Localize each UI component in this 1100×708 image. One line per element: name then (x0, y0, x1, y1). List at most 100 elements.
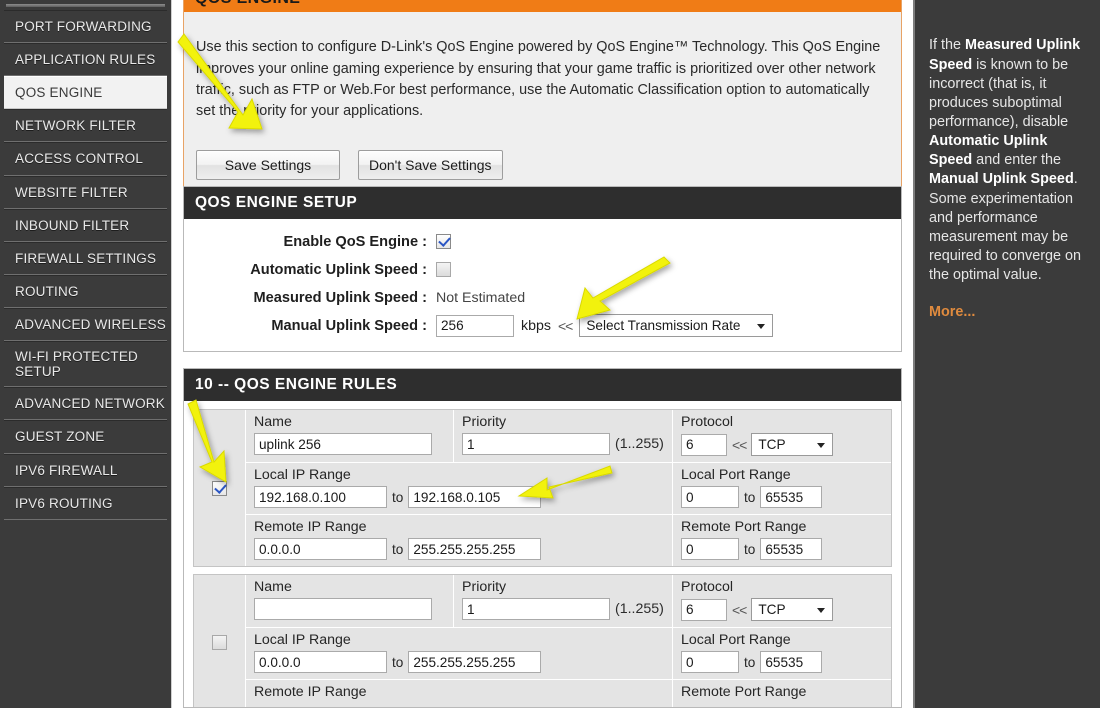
rule-2-name-field[interactable] (254, 598, 432, 620)
rule-1-protocol-number-field[interactable] (681, 434, 727, 456)
enable-qos-checkbox[interactable] (436, 234, 451, 249)
manual-uplink-row: Manual Uplink Speed : kbps << Select Tra… (184, 313, 901, 338)
rule-1-name-field[interactable] (254, 433, 432, 455)
qos-engine-rules-section: 10 -- QOS ENGINE RULES Name (183, 368, 902, 708)
save-settings-button[interactable]: Save Settings (196, 150, 340, 180)
range-to-label: to (744, 542, 755, 557)
rule-1-local-port-end-field[interactable] (760, 486, 822, 508)
rule-1-remote-port-end-field[interactable] (760, 538, 822, 560)
help-text: and enter the (972, 152, 1061, 168)
local-port-range-header: Local Port Range (681, 467, 883, 483)
priority-range-hint: (1..255) (615, 436, 664, 452)
sidebar-item-qos-engine[interactable]: QOS ENGINE (4, 76, 167, 109)
local-port-range-header: Local Port Range (681, 632, 883, 648)
measured-uplink-row: Measured Uplink Speed : Not Estimated (184, 285, 901, 310)
sidebar-item-ipv6-routing[interactable]: IPV6 ROUTING (4, 487, 167, 520)
dont-save-settings-button[interactable]: Don't Save Settings (358, 150, 503, 180)
rule-1-enable-cell (194, 410, 246, 566)
protocol-column-header: Protocol (681, 414, 883, 430)
rule-2-remote-ip-cell: Remote IP Range (246, 680, 673, 708)
measured-uplink-label: Measured Uplink Speed : (184, 290, 436, 306)
shift-left-glyph: << (732, 602, 746, 618)
rule-1-remote-ip-end-field[interactable] (408, 538, 541, 560)
rule-1-remote-ip-start-field[interactable] (254, 538, 387, 560)
local-ip-range-header: Local IP Range (254, 632, 664, 648)
range-to-label: to (744, 490, 755, 505)
rule-2-remote-port-cell: Remote Port Range (673, 680, 891, 708)
rule-2-local-ip-end-field[interactable] (408, 651, 541, 673)
rule-2-local-ip-cell: Local IP Range to (246, 628, 673, 679)
measured-uplink-value: Not Estimated (436, 290, 525, 306)
rule-1-local-port-start-field[interactable] (681, 486, 739, 508)
more-link[interactable]: More... (929, 303, 1086, 322)
intro-description: Use this section to configure D-Link's Q… (184, 26, 901, 122)
automatic-uplink-checkbox[interactable] (436, 262, 451, 277)
rule-1-name-cell: Name (246, 410, 454, 462)
sidebar-item-advanced-wireless[interactable]: ADVANCED WIRELESS (4, 308, 167, 341)
rule-2-protocol-number-field[interactable] (681, 599, 727, 621)
sidebar-item-label: WEBSITE FILTER (15, 185, 128, 200)
rule-2-local-ip-start-field[interactable] (254, 651, 387, 673)
rule-2-enable-checkbox[interactable] (212, 635, 227, 650)
name-column-header: Name (254, 579, 445, 595)
rule-2-local-port-end-field[interactable] (760, 651, 822, 673)
sidebar-item-label: IPV6 FIREWALL (15, 463, 118, 478)
sidebar-item-advanced-network[interactable]: ADVANCED NETWORK (4, 387, 167, 420)
sidebar-item-label: APPLICATION RULES (15, 52, 155, 67)
sidebar-item-routing[interactable]: ROUTING (4, 275, 167, 308)
sidebar-item-guest-zone[interactable]: GUEST ZONE (4, 420, 167, 453)
rule-1-local-ip-start-field[interactable] (254, 486, 387, 508)
sidebar-item-wifi-protected-setup[interactable]: WI-FI PROTECTED SETUP (4, 341, 167, 387)
rule-1-enable-checkbox[interactable] (212, 481, 227, 496)
rule-1-remote-port-start-field[interactable] (681, 538, 739, 560)
sidebar-item-port-forwarding[interactable]: PORT FORWARDING (4, 10, 167, 43)
table-row: Name Priority (1..255) (193, 574, 892, 708)
rule-2-protocol-select[interactable]: TCP (751, 598, 833, 621)
sidebar-item-label: ADVANCED NETWORK (15, 396, 165, 411)
rule-2-priority-field[interactable] (462, 598, 610, 620)
help-bold-manual-uplink-speed: Manual Uplink Speed (929, 171, 1074, 187)
sidebar-item-firewall-settings[interactable]: FIREWALL SETTINGS (4, 242, 167, 275)
sidebar-item-inbound-filter[interactable]: INBOUND FILTER (4, 209, 167, 242)
rule-2-priority-cell: Priority (1..255) (454, 575, 673, 627)
transmission-rate-select[interactable]: Select Transmission Rate (579, 314, 773, 337)
help-text: . Some experimentation and performance m… (929, 171, 1081, 283)
rule-1-remote-port-cell: Remote Port Range to (673, 515, 891, 566)
rule-1-protocol-cell: Protocol << TCP (673, 410, 891, 462)
sidebar-item-label: ACCESS CONTROL (15, 151, 143, 166)
enable-qos-label: Enable QoS Engine : (184, 234, 436, 250)
page-title: QOS ENGINE (184, 0, 901, 12)
manual-uplink-unit: kbps (521, 318, 551, 334)
sidebar-item-network-filter[interactable]: NETWORK FILTER (4, 109, 167, 142)
automatic-uplink-row: Automatic Uplink Speed : (184, 257, 901, 282)
name-column-header: Name (254, 414, 445, 430)
rule-1-priority-field[interactable] (462, 433, 610, 455)
sidebar-item-label: QOS ENGINE (15, 85, 103, 100)
rule-1-remote-ip-cell: Remote IP Range to (246, 515, 673, 566)
help-text: If the (929, 37, 965, 53)
shift-left-glyph: << (558, 318, 572, 334)
sidebar-item-application-rules[interactable]: APPLICATION RULES (4, 43, 167, 76)
remote-ip-range-header: Remote IP Range (254, 519, 664, 535)
sidebar-item-label: ADVANCED WIRELESS (15, 317, 166, 332)
rule-1-local-ip-end-field[interactable] (408, 486, 541, 508)
sidebar-item-label: FIREWALL SETTINGS (15, 251, 156, 266)
rules-section-title: 10 -- QOS ENGINE RULES (184, 369, 901, 401)
priority-column-header: Priority (462, 414, 664, 430)
remote-ip-range-header: Remote IP Range (254, 684, 664, 700)
manual-uplink-speed-field[interactable] (436, 315, 514, 337)
rules-list: Name Priority (1..255) (184, 401, 901, 708)
sidebar-item-label: ROUTING (15, 284, 79, 299)
rule-1-local-ip-cell: Local IP Range to (246, 463, 673, 514)
rule-2-local-port-cell: Local Port Range to (673, 628, 891, 679)
protocol-column-header: Protocol (681, 579, 883, 595)
help-panel: If the Measured Uplink Speed is known to… (913, 0, 1100, 708)
manual-uplink-label: Manual Uplink Speed : (184, 318, 436, 334)
rule-2-name-cell: Name (246, 575, 454, 627)
priority-range-hint: (1..255) (615, 601, 664, 617)
rule-2-local-port-start-field[interactable] (681, 651, 739, 673)
rule-1-protocol-select[interactable]: TCP (751, 433, 833, 456)
sidebar-item-website-filter[interactable]: WEBSITE FILTER (4, 176, 167, 209)
sidebar-item-access-control[interactable]: ACCESS CONTROL (4, 142, 167, 175)
sidebar-item-ipv6-firewall[interactable]: IPV6 FIREWALL (4, 454, 167, 487)
